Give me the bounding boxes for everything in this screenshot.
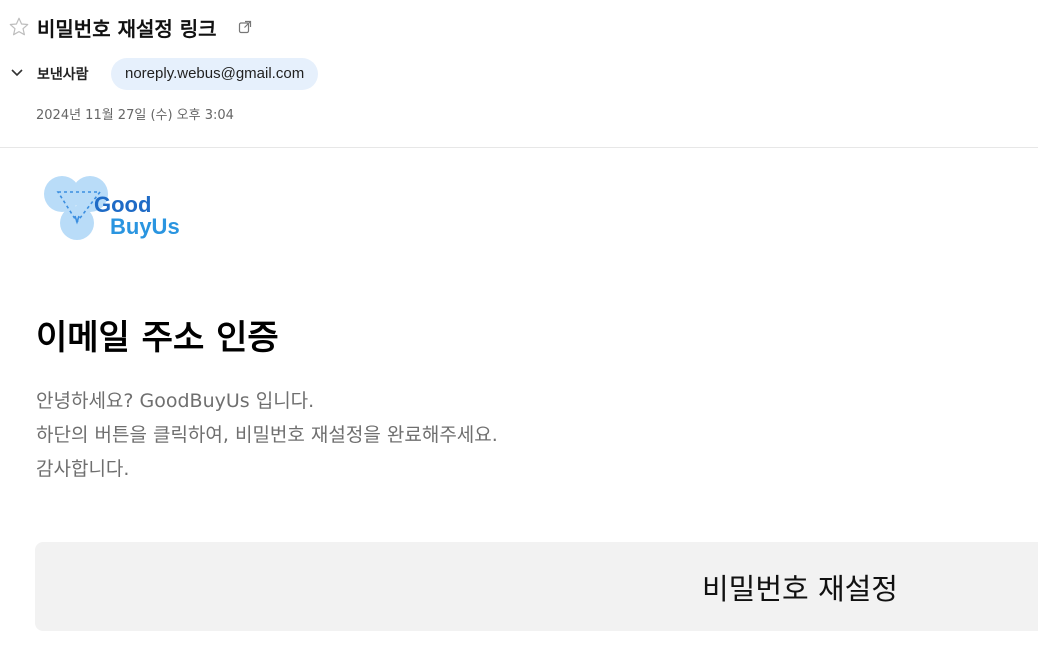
email-body: 안녕하세요? GoodBuyUs 입니다. 하단의 버튼을 클릭하여, 비밀번호… (36, 384, 498, 486)
sender-label: 보낸사람 (37, 67, 89, 83)
email-heading: 이메일 주소 인증 (36, 318, 279, 358)
star-icon[interactable] (8, 16, 30, 38)
email-subject: 비밀번호 재설정 링크 (37, 17, 217, 41)
body-line-greeting: 안녕하세요? GoodBuyUs 입니다. (36, 390, 315, 412)
email-date: 2024년 11월 27일 (수) 오후 3:04 (36, 108, 234, 123)
body-line-thanks: 감사합니다. (36, 458, 130, 480)
email-header: 비밀번호 재설정 링크 보낸사람 noreply.webus@gmail.com… (0, 0, 1038, 148)
reset-password-button-label: 비밀번호 재설정 (702, 572, 898, 606)
body-line-instruction: 하단의 버튼을 클릭하여, 비밀번호 재설정을 완료해주세요. (36, 424, 498, 446)
external-link-icon[interactable] (238, 20, 252, 34)
reset-password-button[interactable]: 비밀번호 재설정 (35, 542, 1038, 631)
sender-email-chip[interactable]: noreply.webus@gmail.com (111, 58, 319, 90)
header-divider (0, 147, 1038, 148)
chevron-down-icon[interactable] (10, 68, 24, 78)
logo-text-buyus: BuyUs (110, 214, 180, 239)
goodbuyus-logo: Good BuyUs (42, 172, 192, 244)
